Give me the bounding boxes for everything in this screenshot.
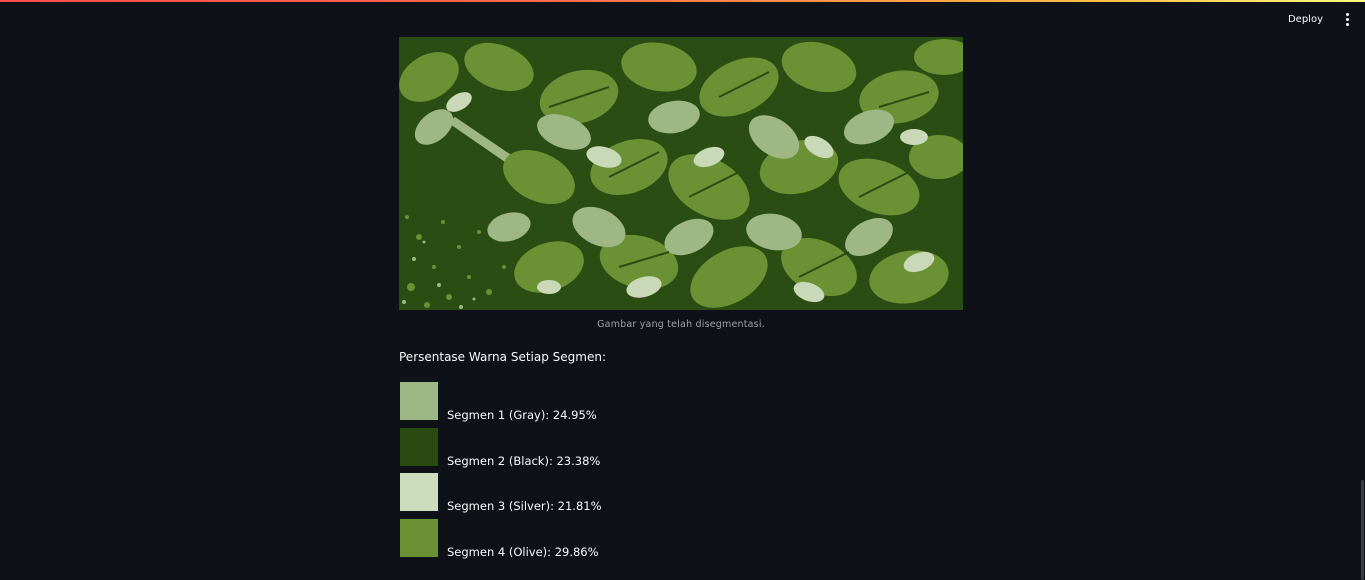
- image-caption: Gambar yang telah disegmentasi.: [597, 319, 765, 330]
- segment-label: Segmen 2 (Black): 23.38%: [447, 453, 601, 468]
- scrollbar-thumb[interactable]: [1361, 480, 1364, 580]
- segment-row-2: Segmen 2 (Black): 23.38%: [399, 426, 963, 473]
- color-swatch: [399, 426, 439, 467]
- segment-legend: Segmen 1 (Gray): 24.95% Segmen 2 (Black)…: [399, 381, 963, 563]
- segment-row-3: Segmen 3 (Silver): 21.81%: [399, 472, 963, 518]
- segment-label: Segmen 3 (Silver): 21.81%: [447, 499, 602, 513]
- page-scrollbar[interactable]: [1360, 480, 1365, 580]
- main-content: Gambar yang telah disegmentasi. Persenta…: [399, 37, 963, 563]
- header-toolbar: Deploy: [1165, 2, 1365, 36]
- color-swatch: [399, 517, 439, 558]
- color-swatch: [399, 381, 439, 421]
- deploy-button[interactable]: Deploy: [1280, 10, 1331, 29]
- segment-label: Segmen 4 (Olive): 29.86%: [447, 544, 599, 559]
- top-decoration-stripe: [0, 0, 1365, 2]
- segment-label: Segmen 1 (Gray): 24.95%: [447, 408, 597, 422]
- segments-title: Persentase Warna Setiap Segmen:: [399, 350, 606, 364]
- color-swatch: [399, 472, 439, 512]
- segmented-image: [399, 37, 963, 310]
- segment-row-4: Segmen 4 (Olive): 29.86%: [399, 517, 963, 564]
- kebab-menu-icon[interactable]: [1337, 7, 1357, 31]
- segment-row-1: Segmen 1 (Gray): 24.95%: [399, 381, 963, 427]
